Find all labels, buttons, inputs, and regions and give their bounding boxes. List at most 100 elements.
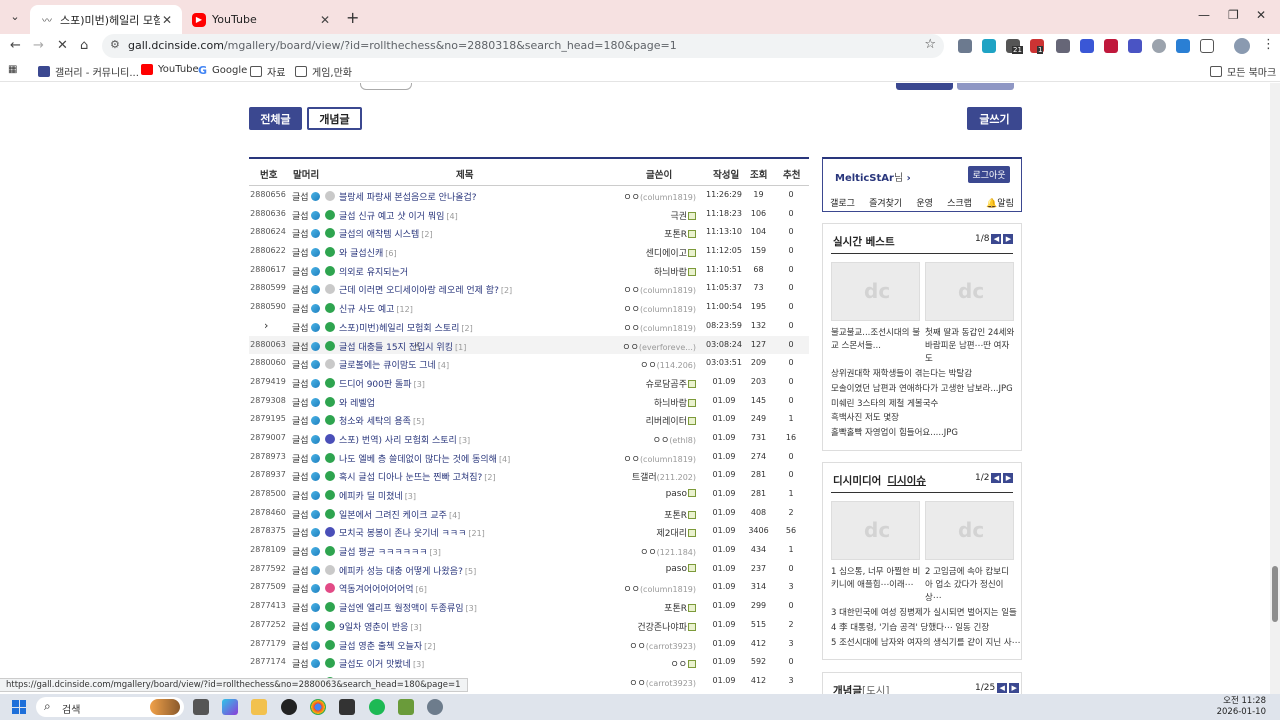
extensions-puzzle-icon[interactable] (1200, 39, 1214, 53)
post-title[interactable]: 의외로 유지되는거 (325, 265, 615, 278)
post-title[interactable]: 스포)미번)헤일리 모험회 스토리 [2] (325, 321, 615, 334)
bookmark-folder-data[interactable]: 자료 (250, 64, 285, 79)
best-item[interactable]: 홀빡홀빡 자영업이 힘들어요.....JPG (831, 426, 1013, 441)
bookmark-google[interactable]: G Google (198, 64, 247, 77)
best-item[interactable]: 흑백사진 저도 몇장 (831, 411, 1013, 426)
best-caption[interactable]: 첫째 딸과 동갑인 24세와 바람피운 남편⋯딴 여자도 (925, 327, 1015, 366)
post-row[interactable]: 2877413 글섭 글섭엔 엘리프 월정액이 두종류임 [3] 포톤R 01.09 299… (249, 597, 809, 616)
alarm-link[interactable]: 🔔알림 (986, 196, 1014, 209)
post-row[interactable]: 2878500 글섭 에피카 딜 미쳤네 [3] paso 01.09 281 1 (249, 485, 809, 504)
system-clock[interactable]: 오전 11:28 2026-01-10 (1217, 696, 1266, 718)
bookmark-youtube[interactable]: YouTube (141, 64, 199, 75)
extension-icon[interactable] (1056, 39, 1070, 53)
user-nickname[interactable]: MelticStAr님 › (835, 169, 911, 184)
post-row[interactable]: 2877509 글섭 역동겨어어어어어억 [6] ㅇㅇ(column1819) 01.09… (249, 578, 809, 597)
post-title[interactable]: 근데 이러면 오디세이아랑 레오레 언제 함? [2] (325, 283, 615, 296)
reply-count[interactable]: [6] (385, 249, 396, 258)
prev-icon[interactable]: ◀ (997, 683, 1008, 693)
post-title[interactable]: 글섭엔 엘리프 월정액이 두종류임 [3] (325, 601, 615, 614)
post-writer[interactable]: 포톤R (589, 227, 696, 240)
reply-count[interactable]: [3] (413, 660, 424, 669)
extension-icon[interactable] (1080, 39, 1094, 53)
post-writer[interactable]: ㅇㅇ(carrot3923) (589, 639, 696, 652)
post-title[interactable]: 글섭 신규 예고 샷 이거 뭐임 [4] (325, 209, 615, 222)
post-row[interactable]: 2880590 글섭 신규 사도 예고 [12] ㅇㅇ(column1819) 11:00… (249, 298, 809, 317)
chrome-icon[interactable] (310, 699, 326, 715)
post-writer[interactable]: ㅇㅇ(column1819) (589, 283, 696, 296)
back-icon[interactable]: ← (10, 38, 21, 53)
post-writer[interactable]: ㅇㅇ(column1819) (589, 321, 696, 334)
post-row[interactable]: › 글섭 스포)미번)헤일리 모험회 스토리 [2] ㅇㅇ(column1819) 08:… (249, 317, 809, 336)
media-caption[interactable]: 1 심으통, 너무 아찔한 비키니에 애플힙⋯이래⋯ (831, 566, 921, 592)
post-writer[interactable]: paso (589, 489, 696, 499)
reply-count[interactable]: [12] (396, 305, 412, 314)
best-caption[interactable]: 불교불교...조선시대의 불교 스몬서들... (831, 327, 921, 353)
bookmark-gallery[interactable]: 갤러리 - 커뮤니티... (38, 64, 139, 79)
post-row[interactable]: 2879195 글섭 청소와 세탁의 용족 [5] 리버레이터 01.09 249 1 (249, 410, 809, 429)
copilot-icon[interactable] (222, 699, 238, 715)
reply-count[interactable]: [6] (416, 585, 427, 594)
post-row[interactable]: 2878973 글섭 나도 엘베 층 쓸데없이 많다는 것에 동의해 [4] ㅇㅇ(co… (249, 448, 809, 467)
logout-button[interactable]: 로그아웃 (968, 166, 1010, 183)
post-row[interactable]: 2880617 글섭 의외로 유지되는거 하늬바람 11:10:51 68 0 (249, 261, 809, 280)
post-row[interactable]: 2877252 글섭 9일차 영춘이 반응 [3] 건강존나야파 01.09 515 2 (249, 616, 809, 635)
post-writer[interactable]: ㅇㅇ(114.206) (589, 358, 696, 371)
best-item[interactable]: 미쉐린 3스타의 제철 게볼국수 (831, 397, 1013, 412)
post-writer[interactable]: ㅇㅇ(column1819) (589, 452, 696, 465)
post-title[interactable]: 에피카 성능 대충 어떻게 나왔음? [5] (325, 564, 615, 577)
post-title[interactable]: 드디어 900판 돌파 [3] (325, 377, 615, 390)
reply-count[interactable]: [2] (501, 286, 512, 295)
tab-youtube[interactable]: ▶ YouTube ✕ (182, 5, 340, 34)
post-row[interactable]: 2878109 글섭 글섭 평균 ㅋㅋㅋㅋㅋㅋ [3] ㅇㅇ(121.184) 01.09… (249, 541, 809, 560)
post-row[interactable]: 2880599 글섭 근데 이러면 오디세이아랑 레오레 언제 함? [2] ㅇㅇ(co… (249, 279, 809, 298)
reply-count[interactable]: [3] (430, 548, 441, 557)
scrollbar-thumb[interactable] (1272, 566, 1278, 622)
next-icon[interactable]: ▶ (1009, 683, 1020, 693)
post-writer[interactable]: 제2대리 (589, 526, 696, 539)
address-bar[interactable]: ⚙ gall.dcinside.com/mgallery/board/view/… (102, 34, 944, 58)
reply-count[interactable]: [3] (410, 623, 421, 632)
minimize-icon[interactable]: — (1198, 8, 1210, 22)
post-title[interactable]: 9일차 영춘이 반응 [3] (325, 620, 615, 633)
post-title[interactable]: 모치국 봉봉이 존나 웃기네 ㅋㅋㅋ [21] (325, 526, 615, 539)
post-row[interactable]: 2880622 글섭 와 글섭신캐 [6] 센디에이고 11:12:05 159 0 (249, 242, 809, 261)
favorites-link[interactable]: 즐겨찾기 (869, 196, 902, 209)
post-row[interactable]: 2880624 글섭 글섭의 애착템 시스템 [2] 포톤R 11:13:10 104 0 (249, 223, 809, 242)
post-writer[interactable]: ㅇㅇ(column1819) (589, 582, 696, 595)
apps-grid-icon[interactable]: ▦ (8, 64, 17, 75)
post-writer[interactable]: 하늬바람 (589, 396, 696, 409)
post-writer[interactable]: 포톤R (589, 508, 696, 521)
post-title[interactable]: 글섭 평균 ㅋㅋㅋㅋㅋㅋ [3] (325, 545, 615, 558)
post-title[interactable]: 에피카 딜 미쳤네 [3] (325, 489, 615, 502)
reply-count[interactable]: [3] (414, 380, 425, 389)
all-posts-button[interactable]: 전체글 (249, 107, 302, 130)
tab-search-icon[interactable]: ⌄ (6, 8, 24, 26)
post-title[interactable]: 와 글섭신캐 [6] (325, 246, 615, 259)
manage-link[interactable]: 운영 (916, 196, 933, 209)
post-writer[interactable]: ㅇㅇ(column1819) (589, 302, 696, 315)
media-item[interactable]: 4 李 대통령, '기습 공격' 당했다⋯ 일동 긴장 (831, 621, 1020, 636)
best-item[interactable]: 모솔이였던 남편과 연애하다가 고생한 남보라...JPG (831, 382, 1013, 397)
post-writer[interactable]: paso (589, 563, 696, 574)
prev-icon[interactable]: ◀ (991, 473, 1002, 483)
reply-count[interactable]: [2] (424, 642, 435, 651)
best-thumbnail[interactable]: dc (831, 262, 920, 321)
reply-count[interactable]: [21] (468, 529, 484, 538)
url-text[interactable]: gall.dcinside.com/mgallery/board/view/?i… (128, 39, 677, 52)
post-row[interactable]: 2879308 글섭 와 레벨업 하늬바람 01.09 145 0 (249, 392, 809, 411)
post-title[interactable]: 일본에서 그려진 케이크 교주 [4] (325, 508, 615, 521)
best-thumbnail[interactable]: dc (925, 262, 1014, 321)
post-title[interactable]: 글섭의 애착템 시스템 [2] (325, 227, 615, 240)
media-item[interactable]: 3 대한민국에 여성 징병제가 실시되면 벌어지는 일들 (831, 606, 1020, 621)
task-view-icon[interactable] (193, 699, 209, 715)
post-writer[interactable]: 트갤러(211.202) (589, 470, 696, 483)
site-info-icon[interactable]: ⚙ (110, 38, 120, 51)
post-row[interactable]: 2879419 글섭 드디어 900판 돌파 [3] 슈로담곰주 01.09 203 0 (249, 373, 809, 392)
reply-count[interactable]: [2] (484, 473, 495, 482)
close-window-icon[interactable]: ✕ (1256, 8, 1266, 22)
spotify-icon[interactable] (369, 699, 385, 715)
reply-count[interactable]: [3] (459, 436, 470, 445)
extension-icon[interactable] (1104, 39, 1118, 53)
post-writer[interactable]: 극권 (589, 209, 696, 222)
gallog-link[interactable]: 갤로그 (830, 196, 855, 209)
